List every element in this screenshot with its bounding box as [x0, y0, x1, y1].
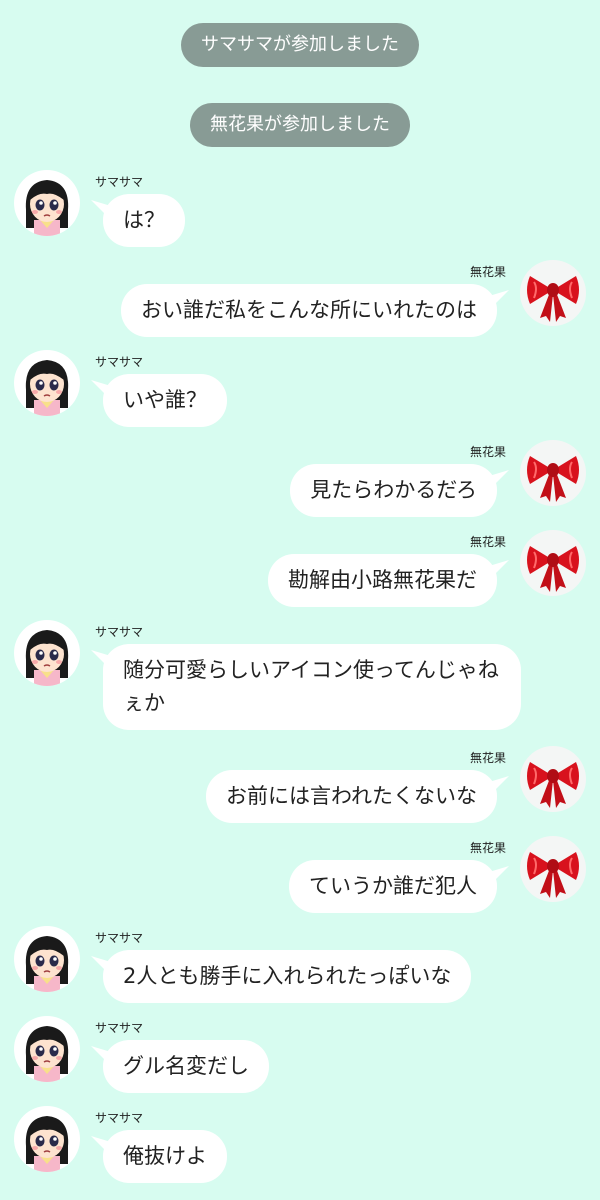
sender-name: 無花果	[469, 445, 506, 459]
sender-name: 無花果	[469, 751, 506, 765]
red-ribbon-avatar-icon[interactable]	[520, 530, 586, 596]
chat-bubble: 俺抜けよ	[103, 1130, 227, 1183]
sender-name: 無花果	[469, 535, 506, 549]
system-message: 無花果が参加しました	[190, 103, 410, 147]
sender-name: サマサマ	[95, 355, 144, 369]
chat-bubble: おい誰だ私をこんな所にいれたのは	[121, 284, 497, 337]
chat-bubble: お前には言われたくないな	[206, 770, 497, 823]
chat-bubble: いや誰？	[103, 374, 227, 427]
red-ribbon-avatar-icon[interactable]	[520, 836, 586, 902]
sender-name: サマサマ	[95, 931, 144, 945]
red-ribbon-avatar-icon[interactable]	[520, 440, 586, 506]
girl-avatar-icon[interactable]	[14, 926, 80, 992]
sender-name: サマサマ	[95, 1111, 144, 1125]
chat-bubble: 随分可愛らしいアイコン使ってんじゃねぇか	[103, 644, 521, 730]
chat-bubble: ていうか誰だ犯人	[289, 860, 497, 913]
red-ribbon-avatar-icon[interactable]	[520, 746, 586, 812]
sender-name: サマサマ	[95, 1021, 144, 1035]
girl-avatar-icon[interactable]	[14, 170, 80, 236]
girl-avatar-icon[interactable]	[14, 1016, 80, 1082]
chat-bubble: 勘解由小路無花果だ	[268, 554, 497, 607]
girl-avatar-icon[interactable]	[14, 1106, 80, 1172]
sender-name: 無花果	[469, 841, 506, 855]
chat-bubble: 見たらわかるだろ	[290, 464, 497, 517]
sender-name: 無花果	[469, 265, 506, 279]
sender-name: サマサマ	[95, 175, 144, 189]
sender-name: サマサマ	[95, 625, 144, 639]
chat-bubble: グル名変だし	[103, 1040, 269, 1093]
girl-avatar-icon[interactable]	[14, 350, 80, 416]
system-message: サマサマが参加しました	[181, 23, 419, 67]
red-ribbon-avatar-icon[interactable]	[520, 260, 586, 326]
girl-avatar-icon[interactable]	[14, 620, 80, 686]
chat-bubble: は？	[103, 194, 185, 247]
chat-bubble: 2人とも勝手に入れられたっぽいな	[103, 950, 472, 1003]
